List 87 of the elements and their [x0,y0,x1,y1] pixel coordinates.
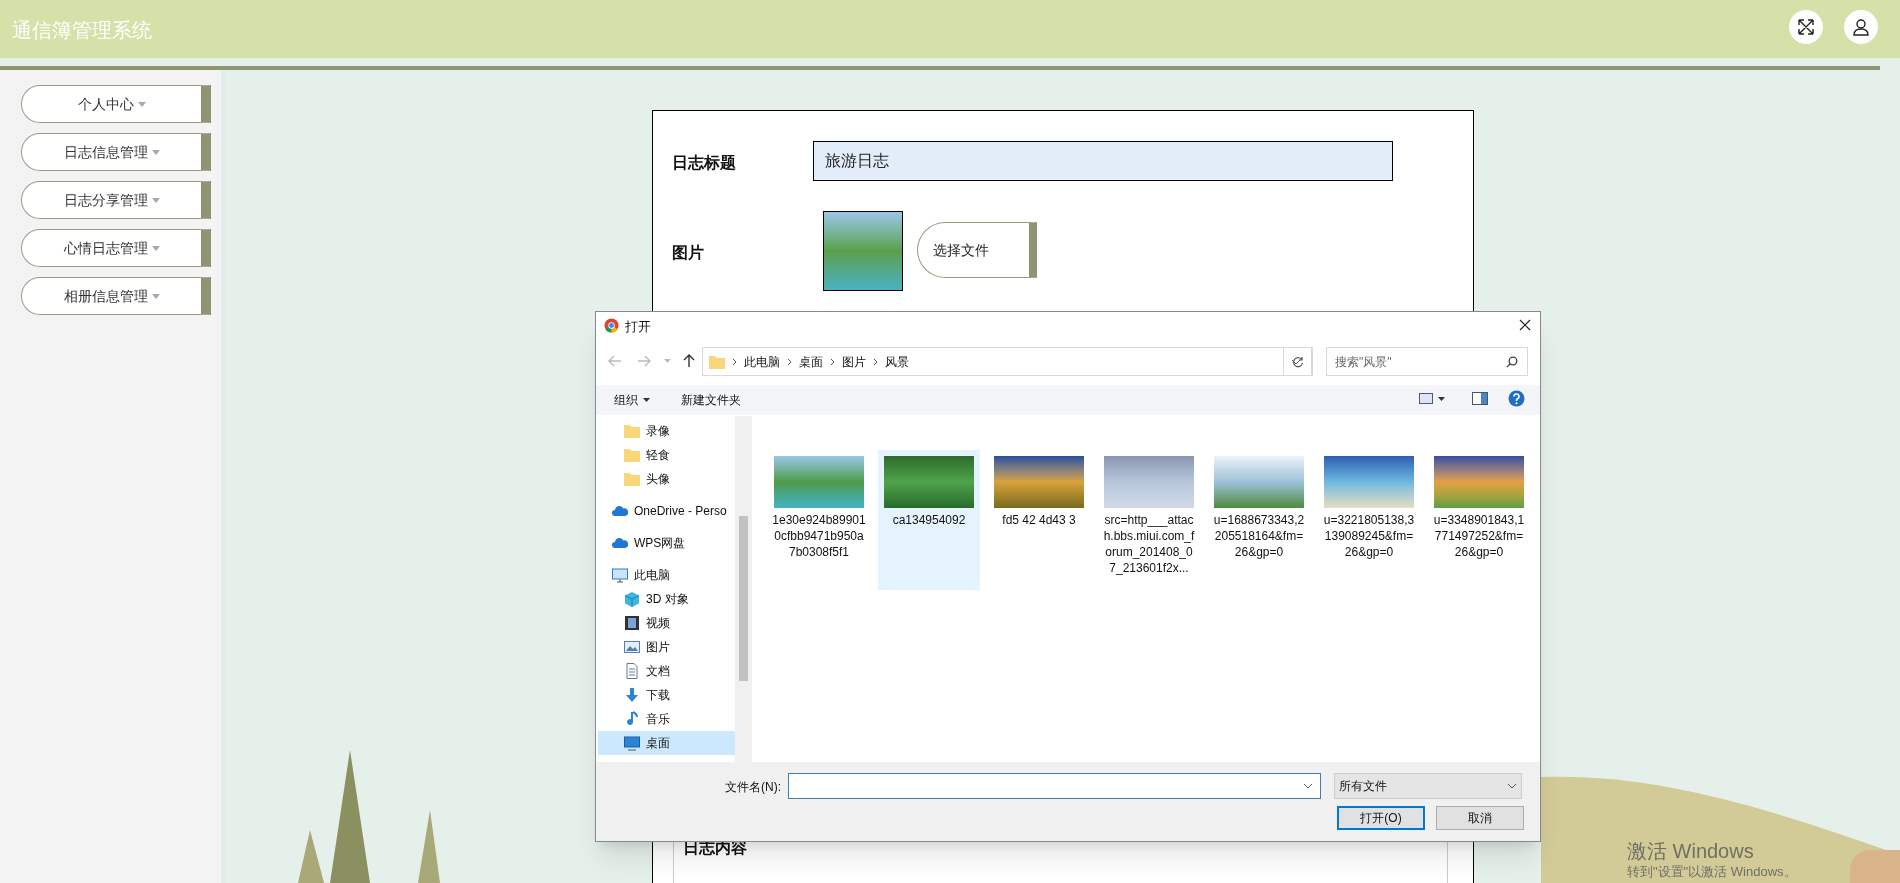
expand-icon [1797,18,1815,36]
dialog-button[interactable]: 打开(O) [1337,806,1425,830]
cloud-icon [612,503,628,519]
organize-menu[interactable]: 组织 [614,391,650,409]
nav-tree-item[interactable]: 文档 [598,659,752,683]
search-icon [1506,356,1518,368]
music-icon [624,711,640,727]
file-name: 1e30e924b899010cfbb9471b950a7b0308f5f1 [772,512,866,560]
sidebar-menu-item[interactable]: 日志信息管理 [21,133,211,171]
dialog-button[interactable]: 取消 [1436,806,1524,830]
scrollbar[interactable] [735,416,752,762]
file-name: fd5 42 4d43 3 [1001,512,1077,528]
filename-label: 文件名(N): [725,779,781,796]
caret-icon [151,197,160,203]
file-item[interactable]: u=3221805138,3139089245&fm=26&gp=0 [1318,450,1420,590]
picture-icon [624,639,640,655]
nav-tree-item[interactable]: 下载 [598,683,752,707]
dialog-title: 打开 [625,318,651,336]
file-item[interactable]: fd5 42 4d43 3 [988,450,1090,590]
sidebar-menu-item[interactable]: 个人中心 [21,85,211,123]
nav-tree-item[interactable]: 视频 [598,611,752,635]
caret-icon [151,293,160,299]
file-name: u=3221805138,3139089245&fm=26&gp=0 [1322,512,1416,560]
field-label: 日志标题 [672,153,736,173]
file-item[interactable]: 1e30e924b899010cfbb9471b950a7b0308f5f1 [768,450,870,590]
caret-icon [137,101,146,107]
breadcrumb-item[interactable]: 图片 [842,352,866,371]
activation-notice-title: 激活 Windows [1627,839,1754,864]
app-title: 通信簿管理系统 [12,18,152,43]
pc-icon [612,567,628,583]
cube-icon [624,591,640,607]
chevron-icon [873,357,878,366]
user-icon [1852,18,1870,36]
activation-notice-text: 转到"设置"以激活 Windows。 [1627,863,1797,881]
up-arrow-icon[interactable] [683,354,695,368]
chevron-icon [830,357,835,366]
file-name: src=http___attach.bbs.miui.com_forum_201408_07_213601f2x... [1102,512,1196,576]
preview-pane-icon[interactable] [1472,392,1488,405]
file-name: ca134954092 [891,512,967,528]
doc-icon [624,663,640,679]
nav-tree-item[interactable]: OneDrive - Perso [598,499,752,523]
close-icon [1519,319,1531,331]
photo-placeholder [1850,850,1900,883]
sidebar-menu-item[interactable]: 日志分享管理 [21,181,211,219]
search-field[interactable]: 搜索"风景" [1326,347,1528,376]
cloud-icon [612,535,628,551]
choose-file-button[interactable]: 选择文件 [917,222,1037,278]
filename-field[interactable] [788,773,1321,799]
file-item[interactable]: ca134954092 [878,450,980,590]
file-type-dropdown[interactable]: 所有文件 [1334,773,1522,799]
desktop-icon [624,735,640,751]
refresh-icon [1292,355,1304,368]
caret-icon [643,398,650,402]
sidebar-menu-item[interactable]: 心情日志管理 [21,229,211,267]
help-icon[interactable] [1508,390,1525,407]
title-input[interactable]: 旅游日志 [813,141,1393,181]
download-icon [624,687,640,703]
file-name: u=3348901843,1771497252&fm=26&gp=0 [1432,512,1526,560]
view-icon[interactable] [1419,393,1445,405]
chevron-icon [787,357,792,366]
nav-tree-item[interactable]: 轻食 [598,443,752,467]
sidebar-menu-item[interactable]: 相册信息管理 [21,277,211,315]
refresh-button[interactable] [1283,347,1313,376]
folder-icon [624,423,640,439]
chevron-icon [732,357,737,366]
nav-tree-item[interactable]: 录像 [598,419,752,443]
new-folder-button[interactable]: 新建文件夹 [681,391,741,409]
breadcrumb-item[interactable]: 此电脑 [744,352,780,371]
nav-tree-item[interactable]: 此电脑 [598,563,752,587]
folder-icon [624,471,640,487]
nav-tree-item[interactable]: 头像 [598,467,752,491]
caret-icon [151,149,160,155]
breadcrumb-item[interactable]: 风景 [885,352,909,371]
file-item[interactable]: src=http___attach.bbs.miui.com_forum_201408_07_213601f2x... [1098,450,1200,590]
browser-icon [604,318,619,333]
nav-tree-item[interactable]: 3D 对象 [598,587,752,611]
nav-tree-item[interactable]: 图片 [598,635,752,659]
file-item[interactable]: u=3348901843,1771497252&fm=26&gp=0 [1428,450,1530,590]
file-item[interactable]: u=1688673343,2205518164&fm=26&gp=0 [1208,450,1310,590]
nav-tree-item[interactable]: WPS网盘 [598,531,752,555]
nav-tree-item[interactable]: 音乐 [598,707,752,731]
caret-icon [151,245,160,251]
video-icon [624,615,640,631]
folder-icon [624,447,640,463]
breadcrumb-item[interactable]: 桌面 [799,352,823,371]
field-label: 图片 [672,243,704,263]
file-name: u=1688673343,2205518164&fm=26&gp=0 [1212,512,1306,560]
